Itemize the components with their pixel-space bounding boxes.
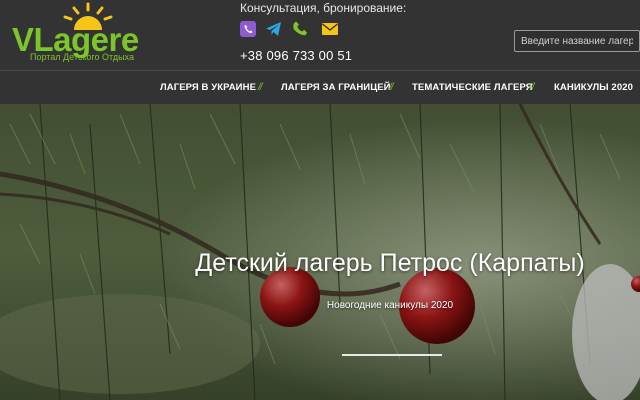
hero-divider bbox=[342, 354, 442, 356]
hero-title[interactable]: Детский лагерь Петрос (Карпаты) bbox=[0, 249, 640, 278]
site-logo[interactable]: VLagere Портал Детского Отдыха bbox=[8, 2, 158, 66]
nav-separator: // bbox=[530, 82, 534, 93]
search-input[interactable] bbox=[514, 30, 640, 52]
nav-item-camps-abroad[interactable]: ЛАГЕРЯ ЗА ГРАНИЦЕЙ bbox=[281, 82, 391, 93]
logo-tagline: Портал Детского Отдыха bbox=[30, 52, 134, 62]
nav-item-holidays-2020[interactable]: КАНИКУЛЫ 2020 bbox=[554, 82, 633, 93]
site-header: VLagere Портал Детского Отдыха Консульта… bbox=[0, 0, 640, 70]
nav-separator: // bbox=[389, 82, 393, 93]
main-nav: ЛАГЕРЯ В УКРАИНЕ // ЛАГЕРЯ ЗА ГРАНИЦЕЙ /… bbox=[0, 70, 640, 104]
consultation-label: Консультация, бронирование: bbox=[240, 1, 407, 15]
phone-number[interactable]: +38 096 733 00 51 bbox=[240, 48, 352, 63]
mail-icon[interactable] bbox=[321, 20, 339, 38]
phone-icon[interactable] bbox=[292, 20, 310, 38]
nav-item-camps-ukraine[interactable]: ЛАГЕРЯ В УКРАИНЕ bbox=[160, 82, 256, 93]
telegram-icon[interactable] bbox=[265, 20, 283, 38]
hero-banner[interactable]: Детский лагерь Петрос (Карпаты) Новогодн… bbox=[0, 104, 640, 400]
hero-subtitle: Новогодние каникулы 2020 bbox=[326, 300, 454, 311]
viber-icon[interactable] bbox=[239, 20, 257, 38]
nav-item-thematic-camps[interactable]: ТЕМАТИЧЕСКИЕ ЛАГЕРЯ bbox=[412, 82, 533, 93]
nav-separator: // bbox=[258, 82, 262, 93]
